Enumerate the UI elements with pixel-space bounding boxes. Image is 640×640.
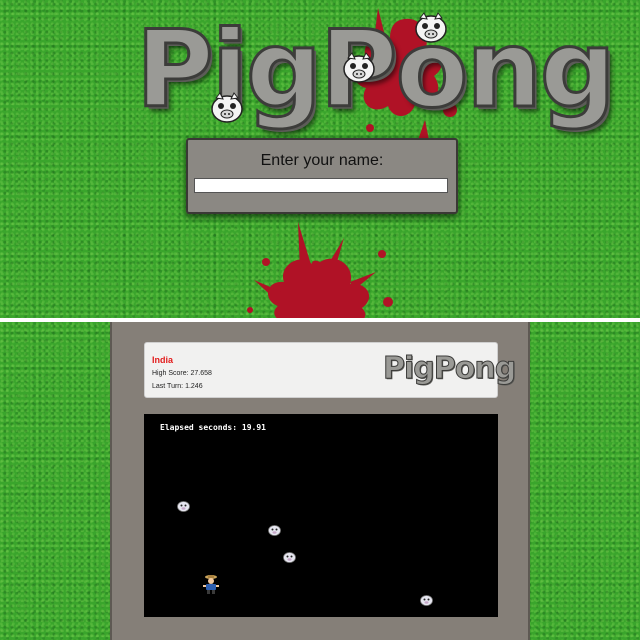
pig-face-icon	[343, 52, 375, 83]
blood-splat-bottom	[247, 222, 393, 318]
high-score: High Score: 27.658	[152, 370, 212, 377]
name-entry-dialog: Enter your name:	[186, 138, 458, 214]
pig-sprite-icon	[177, 501, 190, 512]
farmer-paddle-icon[interactable]	[202, 574, 220, 594]
name-input[interactable]	[194, 178, 448, 193]
player-name: India	[152, 355, 174, 365]
score-card: India High Score: 27.658 Last Turn: 1.24…	[144, 342, 517, 398]
pig-face-icon	[211, 92, 243, 123]
game-arena[interactable]: Elapsed seconds: 19.91	[144, 414, 498, 617]
name-prompt-label: Enter your name:	[260, 152, 384, 169]
last-turn: Last Turn: 1.246	[152, 383, 203, 390]
pig-sprite-icon	[420, 595, 433, 606]
pig-sprite-icon	[268, 525, 281, 536]
pig-face-icon	[415, 12, 447, 43]
pig-sprite-icon	[283, 552, 296, 563]
game-logo: PigPong	[135, 7, 618, 133]
game-frame: India High Score: 27.658 Last Turn: 1.24…	[110, 322, 530, 640]
game-screen: India High Score: 27.658 Last Turn: 1.24…	[0, 322, 640, 640]
elapsed-timer: Elapsed seconds: 19.91	[160, 423, 266, 432]
title-screen: PigPong Enter your name:	[0, 0, 640, 318]
mini-logo: PigPong	[382, 351, 516, 387]
